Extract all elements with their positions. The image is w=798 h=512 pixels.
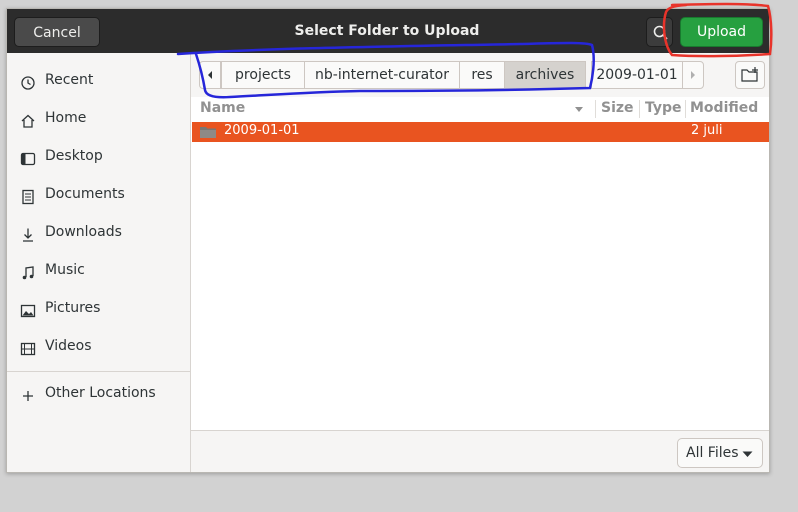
- picture-icon: [20, 304, 36, 318]
- footer-bar: All Files: [191, 430, 769, 472]
- title-bar: Cancel Select Folder to Upload Upload: [7, 9, 769, 53]
- breadcrumb-2009-01-01[interactable]: 2009-01-01: [591, 61, 683, 89]
- path-scroll-left-button[interactable]: [199, 61, 221, 89]
- home-icon: [21, 114, 35, 128]
- clock-icon: [21, 76, 35, 90]
- cancel-button[interactable]: Cancel: [14, 17, 100, 47]
- sidebar-item-videos[interactable]: Videos: [7, 329, 190, 367]
- sidebar-item-label: Desktop: [45, 148, 103, 164]
- column-separator: [639, 100, 640, 118]
- column-name[interactable]: Name: [200, 100, 245, 116]
- file-name: 2009-01-01: [224, 123, 300, 138]
- sidebar-item-music[interactable]: Music: [7, 253, 190, 291]
- upload-button[interactable]: Upload: [680, 17, 763, 47]
- new-folder-button[interactable]: [735, 61, 765, 89]
- sidebar-item-label: Other Locations: [45, 385, 156, 401]
- breadcrumb-projects[interactable]: projects: [221, 61, 305, 89]
- chevron-right-icon: [691, 71, 695, 79]
- places-sidebar: Recent Home Desktop Documents Downloads …: [7, 53, 191, 472]
- download-icon: [23, 228, 33, 242]
- column-type[interactable]: Type: [645, 100, 682, 116]
- chevron-left-icon: [208, 71, 212, 79]
- sidebar-item-desktop[interactable]: Desktop: [7, 139, 190, 177]
- sidebar-item-label: Recent: [45, 72, 94, 88]
- table-row[interactable]: 2009-01-01 2 juli: [192, 122, 769, 142]
- file-list[interactable]: Name Size Type Modified 2009-01-01 2 jul…: [191, 97, 769, 430]
- column-header: Name Size Type Modified: [191, 97, 769, 121]
- music-note-icon: [22, 266, 34, 280]
- sidebar-item-label: Downloads: [45, 224, 122, 240]
- sidebar-item-label: Videos: [45, 338, 92, 354]
- file-chooser-dialog: Cancel Select Folder to Upload Upload Re…: [6, 8, 770, 473]
- sidebar-item-downloads[interactable]: Downloads: [7, 215, 190, 253]
- breadcrumb-nb-internet-curator[interactable]: nb-internet-curator: [304, 61, 460, 89]
- chevron-down-icon: [742, 451, 753, 457]
- sidebar-item-home[interactable]: Home: [7, 101, 190, 139]
- search-icon: [653, 25, 668, 40]
- main-pane: projects nb-internet-curator res archive…: [191, 53, 769, 472]
- column-size[interactable]: Size: [601, 100, 634, 116]
- path-bar: projects nb-internet-curator res archive…: [191, 53, 769, 97]
- column-separator: [685, 100, 686, 118]
- sidebar-item-recent[interactable]: Recent: [7, 63, 190, 101]
- column-separator: [595, 100, 596, 118]
- document-icon: [22, 189, 34, 205]
- file-filter-dropdown[interactable]: All Files: [677, 438, 763, 468]
- dialog-title: Select Folder to Upload: [294, 23, 480, 39]
- film-icon: [20, 342, 36, 356]
- sidebar-item-label: Home: [45, 110, 87, 126]
- new-folder-icon: [741, 67, 758, 82]
- sidebar-item-other-locations[interactable]: Other Locations: [7, 376, 190, 414]
- sidebar-item-label: Music: [45, 262, 85, 278]
- column-modified[interactable]: Modified: [690, 100, 758, 116]
- sidebar-divider: [7, 371, 190, 372]
- sidebar-item-label: Pictures: [45, 300, 101, 316]
- plus-icon: [23, 391, 33, 401]
- sidebar-item-label: Documents: [45, 186, 125, 202]
- breadcrumb-archives[interactable]: archives: [504, 61, 586, 89]
- search-button[interactable]: [646, 17, 673, 47]
- sort-down-icon[interactable]: [574, 106, 584, 114]
- file-filter-label: All Files: [686, 445, 739, 461]
- file-modified: 2 juli: [691, 123, 723, 138]
- breadcrumb-res[interactable]: res: [459, 61, 505, 89]
- desktop-icon: [20, 152, 36, 166]
- sidebar-item-pictures[interactable]: Pictures: [7, 291, 190, 329]
- folder-icon: [200, 127, 216, 138]
- path-scroll-right-button[interactable]: [682, 61, 704, 89]
- sidebar-item-documents[interactable]: Documents: [7, 177, 190, 215]
